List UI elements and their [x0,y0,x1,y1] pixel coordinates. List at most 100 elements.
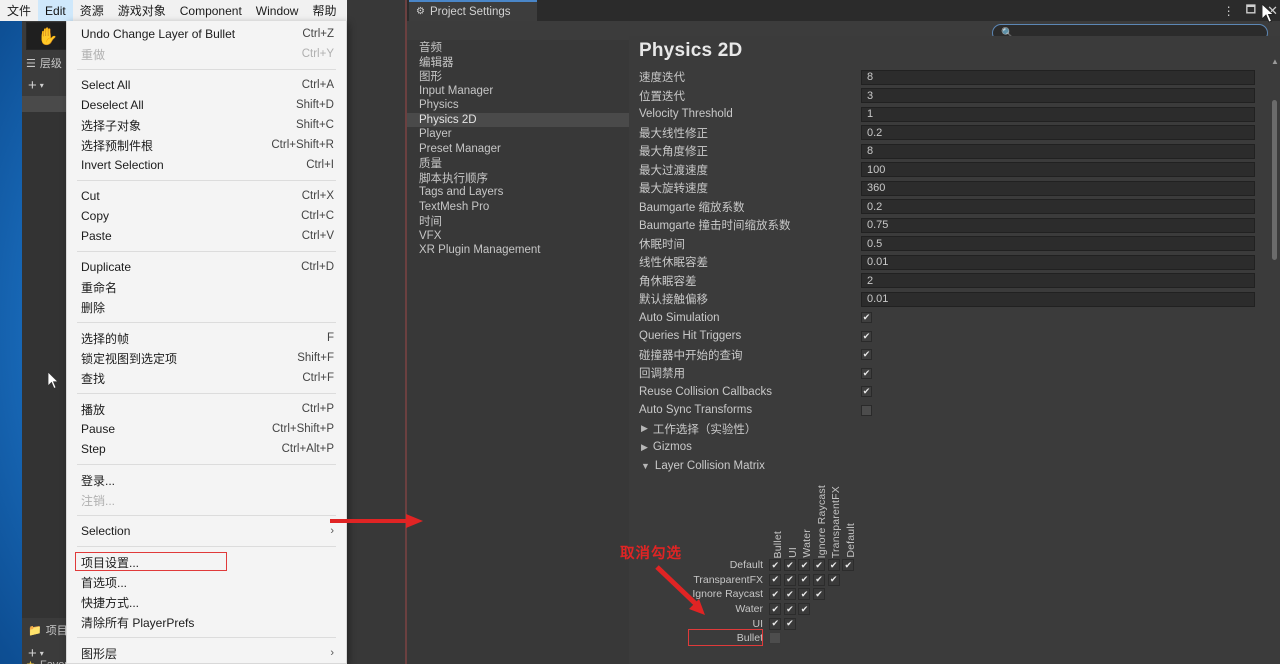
menu-item[interactable]: 清除所有 PlayerPrefs [67,612,346,632]
menubar-item[interactable]: Edit [38,0,73,21]
field-value-input[interactable]: 0.01 [861,291,1255,307]
menu-item[interactable]: 项目设置... [67,552,346,572]
menu-item[interactable]: 重命名 [67,277,346,297]
matrix-cell[interactable]: ✔ [783,617,798,630]
matrix-checkbox[interactable]: ✔ [827,559,840,572]
field-value-input[interactable]: 3 [861,88,1255,104]
menu-item[interactable]: Undo Change Layer of Bullet Ctrl+Z [67,24,346,44]
matrix-cell[interactable]: ✔ [812,573,827,586]
menubar-item[interactable]: Window [249,0,306,21]
field-checkbox[interactable]: ✔ [861,312,872,324]
sidebar-item-preset-manager[interactable]: Preset Manager [407,142,629,157]
sidebar-item-xr-plugin-management[interactable]: XR Plugin Management [407,243,629,258]
sidebar-item--[interactable]: 质量 [407,156,629,171]
matrix-cell[interactable]: ✔ [768,617,783,630]
sidebar-item--[interactable]: 脚本执行顺序 [407,171,629,186]
menubar-item[interactable]: Component [173,0,249,21]
matrix-checkbox[interactable] [769,632,782,645]
matrix-cell[interactable]: ✔ [797,603,812,616]
menu-item[interactable]: 选择子对象 Shift+C [67,115,346,135]
matrix-cell[interactable]: ✔ [812,588,827,601]
field-value-input[interactable]: 0.5 [861,236,1255,252]
menu-item[interactable]: 播放 Ctrl+P [67,399,346,419]
matrix-cell[interactable]: ✔ [797,588,812,601]
menu-item[interactable]: 查找 Ctrl+F [67,368,346,388]
field-checkbox[interactable]: ✔ [861,330,872,342]
menu-item[interactable]: 选择的帧 F [67,328,346,348]
field-value-input[interactable]: 8 [861,143,1255,159]
matrix-checkbox[interactable]: ✔ [798,588,811,601]
matrix-checkbox[interactable]: ✔ [813,588,826,601]
matrix-cell[interactable]: ✔ [768,573,783,586]
scroll-up-icon[interactable]: ▲ [1271,58,1279,66]
menu-item[interactable]: Step Ctrl+Alt+P [67,439,346,459]
matrix-cell[interactable]: ✔ [783,559,798,572]
matrix-checkbox[interactable]: ✔ [783,603,796,616]
field-checkbox[interactable]: ✔ [861,386,872,398]
field-value-input[interactable]: 0.2 [861,125,1255,141]
matrix-cell[interactable]: ✔ [826,559,841,572]
matrix-cell[interactable]: ✔ [841,559,856,572]
vertical-scrollbar[interactable]: ▲ [1271,58,1279,288]
field-value-input[interactable]: 1 [861,106,1255,122]
menu-item[interactable]: Copy Ctrl+C [67,206,346,226]
menubar-item[interactable]: 资源 [73,0,111,21]
matrix-cell[interactable]: ✔ [768,559,783,572]
menu-item[interactable]: 登录... [67,470,346,490]
menu-item[interactable]: Selection › [67,521,346,541]
sidebar-item--[interactable]: 音频 [407,40,629,55]
foldout-layer-collision-matrix[interactable]: ▼ Layer Collision Matrix [629,457,1280,476]
menu-item[interactable]: 首选项... [67,572,346,592]
matrix-checkbox[interactable]: ✔ [783,573,796,586]
sidebar-item--[interactable]: 图形 [407,69,629,84]
sidebar-item-physics-2d[interactable]: Physics 2D [407,112,629,127]
field-value-input[interactable]: 0.75 [861,217,1255,233]
matrix-checkbox[interactable]: ✔ [798,573,811,586]
matrix-checkbox[interactable]: ✔ [798,603,811,616]
field-value-input[interactable]: 8 [861,69,1255,85]
sidebar-item--[interactable]: 编辑器 [407,55,629,70]
matrix-checkbox[interactable]: ✔ [842,559,855,572]
field-value-input[interactable]: 100 [861,162,1255,178]
sidebar-item-textmesh-pro[interactable]: TextMesh Pro [407,200,629,215]
sidebar-item--[interactable]: 时间 [407,214,629,229]
menu-item[interactable]: Duplicate Ctrl+D [67,257,346,277]
sidebar-item-tags-and-layers[interactable]: Tags and Layers [407,185,629,200]
matrix-checkbox[interactable]: ✔ [769,588,782,601]
field-value-input[interactable]: 360 [861,180,1255,196]
matrix-cell[interactable]: ✔ [783,573,798,586]
menu-item[interactable]: Cut Ctrl+X [67,186,346,206]
matrix-checkbox[interactable]: ✔ [783,559,796,572]
foldout-gizmos[interactable]: ▶ Gizmos [629,438,1280,457]
matrix-checkbox[interactable]: ✔ [813,559,826,572]
field-checkbox[interactable]: ✔ [861,349,872,361]
field-checkbox[interactable] [861,404,872,416]
matrix-cell[interactable] [768,632,783,645]
matrix-cell[interactable]: ✔ [768,588,783,601]
menu-item[interactable]: Pause Ctrl+Shift+P [67,419,346,439]
sidebar-item-input-manager[interactable]: Input Manager [407,84,629,99]
matrix-checkbox[interactable]: ✔ [783,588,796,601]
menu-item[interactable]: Select All Ctrl+A [67,75,346,95]
field-value-input[interactable]: 0.2 [861,199,1255,215]
matrix-cell[interactable]: ✔ [826,573,841,586]
tab-project-settings[interactable]: ⚙ Project Settings [409,0,537,21]
menu-item[interactable]: Invert Selection Ctrl+I [67,155,346,175]
menu-item[interactable]: 快捷方式... [67,592,346,612]
matrix-cell[interactable]: ✔ [783,603,798,616]
kebab-menu-icon[interactable]: ⋮ [1223,5,1235,17]
menu-item[interactable]: 选择预制件根 Ctrl+Shift+R [67,135,346,155]
foldout--[interactable]: ▶ 工作选择（实验性） [629,420,1280,439]
menu-item[interactable]: 图形层 › [67,643,346,663]
matrix-checkbox[interactable]: ✔ [769,559,782,572]
menubar-item[interactable]: 文件 [0,0,38,21]
matrix-cell[interactable]: ✔ [797,573,812,586]
matrix-checkbox[interactable]: ✔ [798,559,811,572]
sidebar-item-player[interactable]: Player [407,127,629,142]
scrollbar-thumb[interactable] [1272,100,1277,260]
matrix-cell[interactable]: ✔ [797,559,812,572]
sidebar-item-vfx[interactable]: VFX [407,229,629,244]
matrix-checkbox[interactable]: ✔ [813,573,826,586]
matrix-cell[interactable]: ✔ [783,588,798,601]
menubar-item[interactable]: 帮助 [305,0,343,21]
